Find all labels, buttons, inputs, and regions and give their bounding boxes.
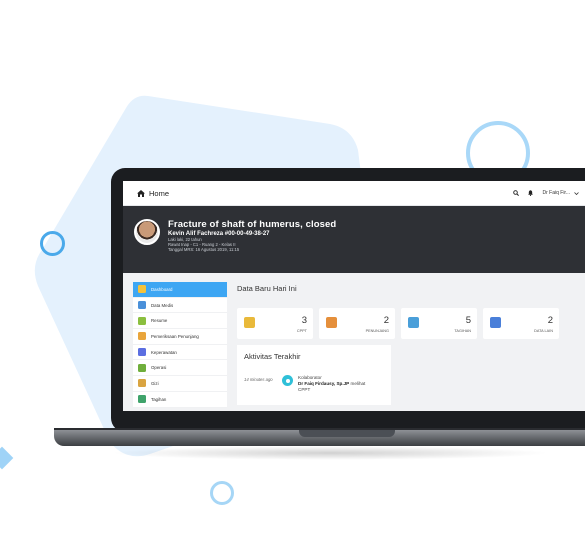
decor-circle-small [40,231,65,256]
surgery-icon [138,363,146,372]
dashboard-content: Dashboard Data Medis Resume Pemeriksaan … [123,273,585,411]
invoice-icon [408,317,419,328]
card-cppt[interactable]: 3 CPPT [237,308,313,339]
activity-target: CPPT [298,387,311,392]
activity-text: Kolaborator Dr Faiq Firdausy, Sp.JP meli… [298,375,365,393]
eye-icon [282,375,293,386]
card-value: 2 [547,315,553,326]
laptop-screen: Home Dr Faiq Fir... Fracture of shaft of… [123,181,585,411]
nutrition-icon [138,379,146,388]
activity-actor: Dr Faiq Firdausy, Sp.JP [298,381,350,386]
sidebar: Dashboard Data Medis Resume Pemeriksaan … [133,282,227,408]
chevron-down-icon [574,191,579,195]
card-label: PENUNJANG [365,329,389,333]
patient-avatar [134,219,160,245]
landing-illustration: Home Dr Faiq Fir... Fracture of shaft of… [0,0,585,550]
card-value: 5 [465,315,471,326]
sidebar-item-label: Pemeriksaan Penunjang [151,333,199,339]
decor-circle-bottom [210,481,234,505]
card-label: TAGIHAN [454,329,471,333]
top-navbar: Home Dr Faiq Fir... [123,181,585,206]
sidebar-item-keperawatan[interactable]: Keperawatan [133,345,227,361]
sidebar-item-label: Data Medis [151,302,174,308]
sidebar-item-pemeriksaan-penunjang[interactable]: Pemeriksaan Penunjang [133,329,227,345]
activity-item[interactable]: 14 minutes ago Kolaborator Dr Faiq Firda… [244,375,384,393]
sidebar-item-resume[interactable]: Resume [133,313,227,330]
activity-panel: Aktivitas Terakhir 14 minutes ago Kolabo… [237,345,391,405]
patient-info: Fracture of shaft of humerus, closed Kev… [168,219,336,273]
navbar-actions: Dr Faiq Fir... [513,190,579,196]
card-tagihan[interactable]: 5 TAGIHAN [401,308,477,339]
home-icon [137,189,145,197]
main-panel: Data Baru Hari Ini 3 CPPT 2 PENUNJANG 5 … [237,282,583,405]
home-link[interactable]: Home [137,189,169,198]
activity-action: melihat [350,381,366,386]
resume-icon [138,316,146,325]
sidebar-item-label: Gizi [151,380,159,386]
activity-title: Aktivitas Terakhir [244,352,301,361]
sidebar-item-data-medis[interactable]: Data Medis [133,298,227,314]
sidebar-item-operasi[interactable]: Operasi [133,360,227,377]
home-label: Home [149,188,170,198]
dashboard-icon [138,285,146,294]
sidebar-item-tagihan[interactable]: Tagihan [133,392,227,408]
support-icon [326,317,337,328]
bill-icon [138,395,146,404]
sidebar-item-dashboard[interactable]: Dashboard [133,282,227,298]
medical-data-icon [138,301,146,310]
user-name: Dr Faiq Fir... [542,190,570,196]
diagnosis-title: Fracture of shaft of humerus, closed [168,219,337,230]
patient-admission-date: Tanggal MRS: 16 Agustus 2019, 11:15 [168,247,240,253]
user-menu[interactable]: Dr Faiq Fir... [542,190,579,196]
sidebar-item-gizi[interactable]: Gizi [133,376,227,392]
sidebar-item-label: Tagihan [151,396,167,402]
notification-bell-icon[interactable] [528,190,534,196]
card-label: CPPT [296,329,307,333]
card-value: 2 [383,315,389,326]
sidebar-item-label: Keperawatan [151,349,177,355]
card-label: DATA LAIN [534,329,553,333]
card-value: 3 [301,315,307,326]
sidebar-item-label: Resume [151,318,168,324]
search-icon[interactable] [513,190,520,196]
card-penunjang[interactable]: 2 PENUNJANG [319,308,395,339]
summary-cards: 3 CPPT 2 PENUNJANG 5 TAGIHAN 2 DATA LAIN [237,308,583,339]
cppt-icon [244,317,255,328]
patient-header: Fracture of shaft of humerus, closed Kev… [123,206,585,273]
sidebar-item-label: Operasi [151,365,167,371]
activity-time: 14 minutes ago [244,377,273,382]
card-data-lain[interactable]: 2 DATA LAIN [483,308,559,339]
other-data-icon [490,317,501,328]
sidebar-item-label: Dashboard [151,286,173,292]
nursing-icon [138,348,146,357]
laptop-notch [299,430,395,437]
decor-diamond [0,446,14,470]
section-title: Data Baru Hari Ini [237,284,297,293]
lab-exam-icon [138,332,146,341]
laptop-shadow [110,446,550,460]
